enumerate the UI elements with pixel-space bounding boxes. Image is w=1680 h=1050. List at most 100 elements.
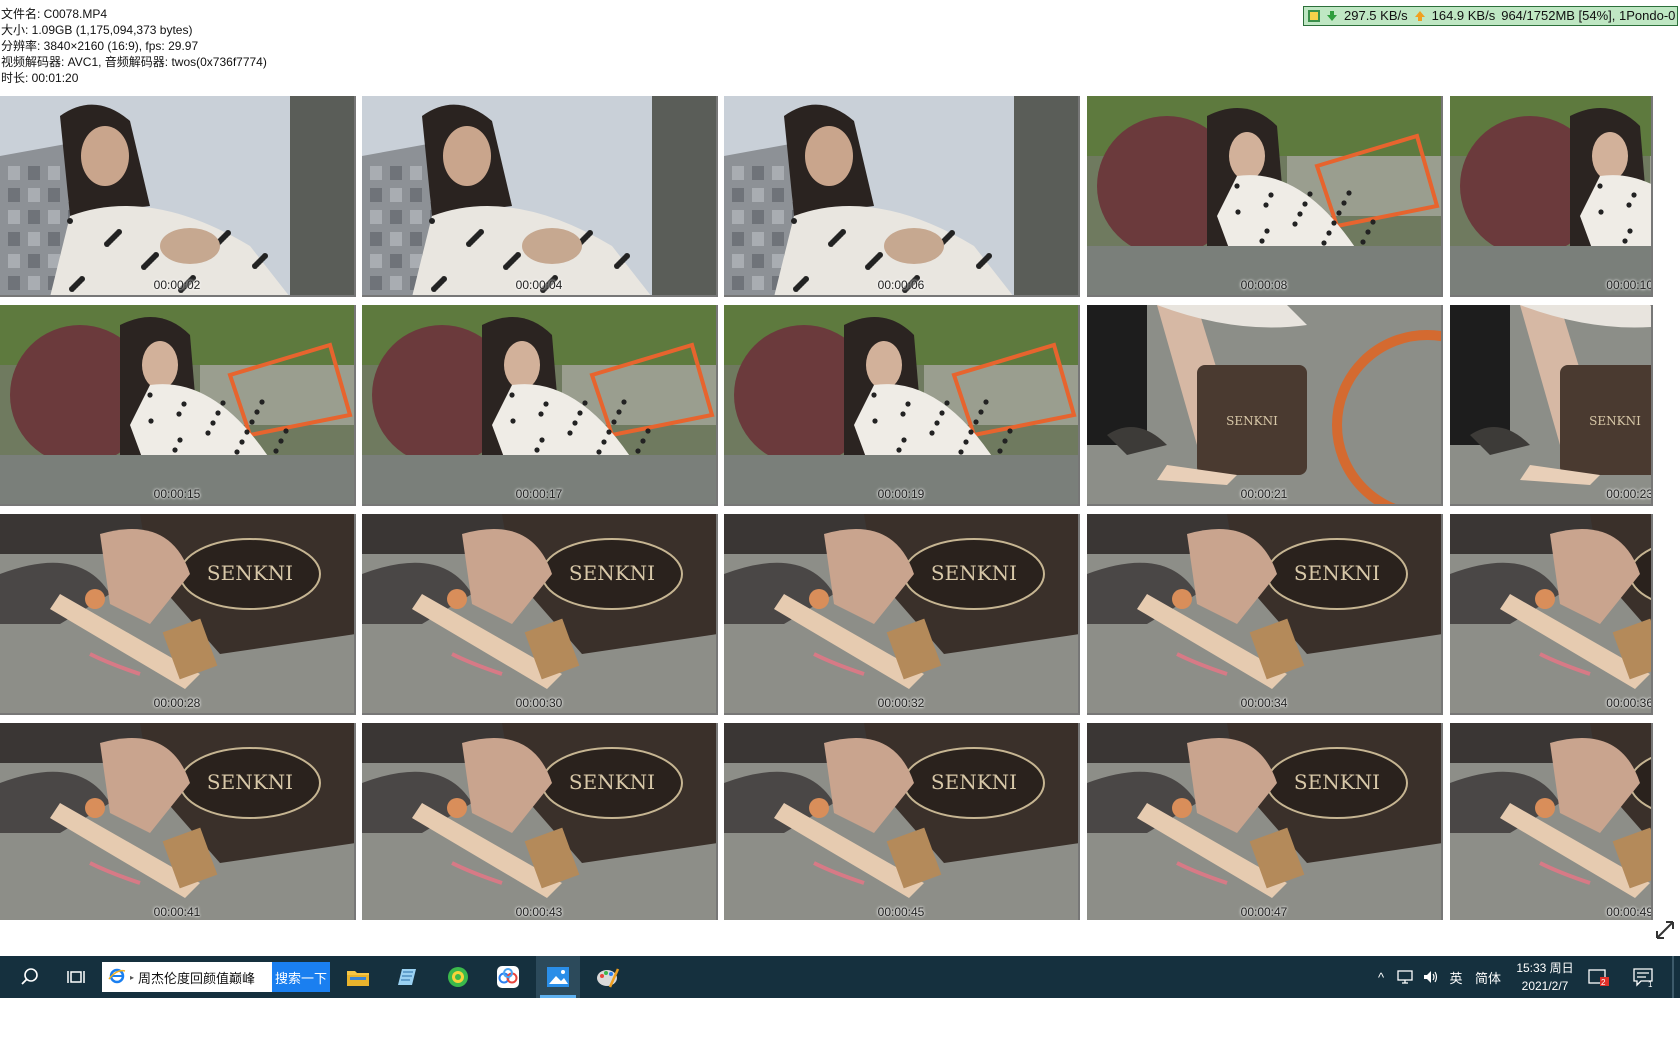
thumbnail-frame[interactable]: SENKNI 00:00:30 <box>362 514 718 715</box>
thumbnail-image: SENKNI <box>0 723 354 920</box>
thumbnail-timestamp: 00:00:47 <box>1240 905 1288 919</box>
thumbnail-frame[interactable]: SENKNI 00:00:43 <box>362 723 718 920</box>
thumbnail-timestamp: 00:00:06 <box>877 278 925 292</box>
notepad-icon[interactable] <box>388 956 428 998</box>
thumbnail-frame[interactable]: SENKNI 00:00:23 <box>1450 305 1653 506</box>
thumbnail-timestamp: 00:00:08 <box>1240 278 1288 292</box>
action-badge: 1 <box>1648 980 1653 989</box>
thumbnail-image: SENKNI <box>0 514 354 713</box>
thumbnail-timestamp: 00:00:02 <box>153 278 201 292</box>
thumbnail-image: SENKNI <box>1450 514 1651 713</box>
file-resolution: 分辨率: 3840×2160 (16:9), fps: 29.97 <box>1 39 199 53</box>
thumbnail-image <box>1087 96 1441 295</box>
thumbnail-frame[interactable]: SENKNI 00:00:41 <box>0 723 356 920</box>
network-monitor-icon <box>1308 10 1320 22</box>
thumbnail-image: SENKNI <box>1087 305 1441 504</box>
system-tray: ^ 英 简体 <box>1370 956 1508 998</box>
thumbnail-image <box>362 305 716 504</box>
svg-text:SENKNI: SENKNI <box>931 770 1017 794</box>
thumbnail-frame[interactable]: SENKNI 00:00:47 <box>1087 723 1443 920</box>
download-progress: 964/1752MB [54%], 1Pondo-0 <box>1501 8 1676 23</box>
svg-text:SENKNI: SENKNI <box>569 770 655 794</box>
app-notification-icon[interactable]: 2 <box>1582 956 1616 998</box>
thumbnail-timestamp: 00:00:10 <box>1606 278 1653 292</box>
thumbnail-frame[interactable]: SENKNI 00:00:21 <box>1087 305 1443 506</box>
svg-text:SENKNI: SENKNI <box>1294 770 1380 794</box>
file-explorer-icon[interactable] <box>338 956 378 998</box>
taskbar: ▸ 周杰伦度回颜值巅峰 搜索一下 ^ 英 简体 15:33 周日 2021/2/… <box>0 956 1680 998</box>
thumbnail-timestamp: 00:00:34 <box>1240 696 1288 710</box>
clock-date: 2021/2/7 <box>1521 979 1569 993</box>
action-center-icon[interactable]: 1 <box>1626 956 1662 998</box>
thumbnail-frame[interactable]: SENKNI 00:00:28 <box>0 514 356 715</box>
thumbnail-timestamp: 00:00:32 <box>877 696 925 710</box>
file-info: 文件名: C0078.MP4 大小: 1.09GB (1,175,094,373… <box>1 6 267 86</box>
paint-icon[interactable] <box>588 956 628 998</box>
upload-speed: 164.9 KB/s <box>1431 8 1496 23</box>
dropdown-arrow-icon: ▸ <box>130 972 135 982</box>
system-clock[interactable]: 15:33 周日 2021/2/7 <box>1510 959 1580 995</box>
baidu-netdisk-icon[interactable] <box>488 956 528 998</box>
thumbnail-timestamp: 00:00:04 <box>515 278 563 292</box>
thumbnail-timestamp: 00:00:15 <box>153 487 201 501</box>
task-view-icon[interactable] <box>56 956 96 998</box>
thumbnail-image: SENKNI <box>724 514 1078 713</box>
thumbnail-timestamp: 00:00:19 <box>877 487 925 501</box>
svg-text:SENKNI: SENKNI <box>931 561 1017 585</box>
thumbnail-image <box>0 96 354 295</box>
thumbnail-frame[interactable]: 00:00:15 <box>0 305 356 506</box>
thumbnail-image: SENKNI <box>1087 723 1441 920</box>
thumbnail-timestamp: 00:00:36 <box>1606 696 1653 710</box>
show-desktop-button[interactable] <box>1672 956 1674 998</box>
download-speed: 297.5 KB/s <box>1344 8 1408 23</box>
thumbnail-frame[interactable]: 00:00:04 <box>362 96 718 297</box>
download-arrow-icon <box>1326 10 1338 22</box>
svg-text:SENKNI: SENKNI <box>569 561 655 585</box>
thumbnail-frame[interactable]: 00:00:06 <box>724 96 1080 297</box>
file-codec: 视频解码器: AVC1, 音频解码器: twos(0x736f7774) <box>1 55 267 69</box>
thumbnail-frame[interactable]: 00:00:08 <box>1087 96 1443 297</box>
thumbnail-timestamp: 00:00:23 <box>1606 487 1653 501</box>
thumbnail-frame[interactable]: 00:00:02 <box>0 96 356 297</box>
thumbnail-frame[interactable]: 00:00:10 <box>1450 96 1653 297</box>
thumbnail-frame[interactable]: SENKNI 00:00:45 <box>724 723 1080 920</box>
thumbnail-image <box>724 305 1078 504</box>
thumbnail-frame[interactable]: SENKNI00:00:36 <box>1450 514 1653 715</box>
thumbnail-frame[interactable]: 00:00:17 <box>362 305 718 506</box>
thumbnail-timestamp: 00:00:30 <box>515 696 563 710</box>
file-name: 文件名: C0078.MP4 <box>1 7 108 21</box>
thumbnail-image <box>362 96 716 295</box>
thumbnail-frame[interactable]: 00:00:19 <box>724 305 1080 506</box>
search-text: 周杰伦度回颜值巅峰 <box>138 970 256 986</box>
ime-mode[interactable]: 简体 <box>1468 968 1508 987</box>
thumbnail-image <box>1450 96 1651 295</box>
search-button[interactable]: 搜索一下 <box>272 962 330 992</box>
thumbnail-timestamp: 00:00:17 <box>515 487 563 501</box>
clock-time: 15:33 周日 <box>1516 961 1574 975</box>
file-duration: 时长: 00:01:20 <box>1 71 79 85</box>
thumbnail-image: SENKNI <box>362 723 716 920</box>
search-icon[interactable] <box>10 956 50 998</box>
photos-icon[interactable] <box>536 956 580 998</box>
ime-language[interactable]: 英 <box>1444 968 1468 987</box>
tray-expand-icon[interactable]: ^ <box>1370 970 1392 985</box>
svg-text:SENKNI: SENKNI <box>1226 414 1278 428</box>
taskbar-search-box[interactable]: ▸ 周杰伦度回颜值巅峰 <box>102 962 272 992</box>
thumbnail-image: SENKNI <box>724 723 1078 920</box>
volume-icon[interactable] <box>1418 970 1444 984</box>
thumbnail-timestamp: 00:00:49 <box>1606 905 1653 919</box>
network-speed-bar[interactable]: 297.5 KB/s 164.9 KB/s 964/1752MB [54%], … <box>1303 6 1678 26</box>
svg-text:SENKNI: SENKNI <box>207 561 293 585</box>
network-icon[interactable] <box>1392 970 1418 984</box>
notif-badge: 2 <box>1601 978 1606 987</box>
thumbnail-frame[interactable]: SENKNI00:00:49 <box>1450 723 1653 920</box>
thumbnail-frame[interactable]: SENKNI 00:00:32 <box>724 514 1080 715</box>
thumbnail-frame[interactable]: SENKNI 00:00:34 <box>1087 514 1443 715</box>
expand-icon[interactable] <box>1653 918 1677 942</box>
thumbnail-timestamp: 00:00:41 <box>153 905 201 919</box>
thumbnail-image: SENKNI <box>1087 514 1441 713</box>
thumbnail-timestamp: 00:00:28 <box>153 696 201 710</box>
svg-text:SENKNI: SENKNI <box>1589 414 1641 428</box>
browser-360-icon[interactable] <box>438 956 478 998</box>
svg-text:SENKNI: SENKNI <box>207 770 293 794</box>
